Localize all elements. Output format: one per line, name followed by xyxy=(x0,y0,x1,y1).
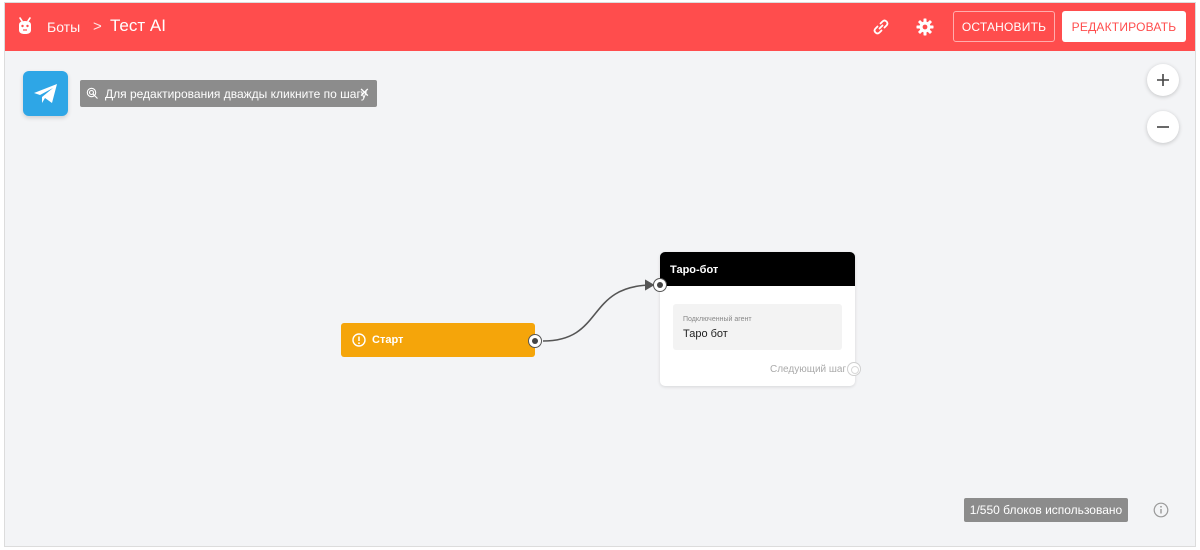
close-hint-icon[interactable]: ✕ xyxy=(359,85,370,101)
top-bar: Боты > Тест AI ОСТАНОВИТЬ РЕДАКТИРОВАТЬ xyxy=(5,3,1195,51)
step-input-port[interactable] xyxy=(653,278,667,292)
step-node-taro-bot[interactable]: Таро-бот Подключенный агент Таро бот Сле… xyxy=(660,252,861,386)
stop-button[interactable]: ОСТАНОВИТЬ xyxy=(953,11,1055,42)
link-icon[interactable] xyxy=(871,17,891,37)
edit-hint-tooltip: Для редактирования дважды кликните по ша… xyxy=(80,80,377,107)
zoom-out-button[interactable] xyxy=(1147,111,1179,143)
bot-editor-window: Боты > Тест AI ОСТАНОВИТЬ РЕДАКТИРОВАТЬ … xyxy=(4,2,1196,547)
double-click-icon xyxy=(86,87,98,99)
connected-agent-label: Подключенный агент xyxy=(683,316,752,323)
alert-circle-icon xyxy=(352,333,366,347)
connected-agent-box: Подключенный агент Таро бот xyxy=(673,304,842,350)
gear-icon[interactable] xyxy=(915,17,935,37)
breadcrumb-separator: > xyxy=(93,18,102,35)
info-icon[interactable] xyxy=(1153,502,1169,518)
telegram-channel-button[interactable] xyxy=(23,71,68,116)
plus-icon xyxy=(1157,74,1169,86)
start-to-step-link xyxy=(542,279,655,342)
minus-icon xyxy=(1157,126,1169,128)
start-output-port[interactable] xyxy=(528,334,542,348)
bot-title: Тест AI xyxy=(110,16,166,35)
hint-text: Для редактирования дважды кликните по ша… xyxy=(105,87,367,101)
connected-agent-value: Таро бот xyxy=(683,328,728,340)
start-node[interactable]: Старт xyxy=(341,323,535,357)
step-node-header: Таро-бот xyxy=(660,252,855,286)
next-step-port[interactable] xyxy=(847,362,861,376)
telegram-icon xyxy=(33,83,57,103)
next-step-label: Следующий шаг xyxy=(770,364,847,375)
blocks-usage-badge: 1/550 блоков использовано xyxy=(964,498,1128,522)
edit-button[interactable]: РЕДАКТИРОВАТЬ xyxy=(1062,11,1186,42)
breadcrumb-bots[interactable]: Боты xyxy=(47,19,80,35)
zoom-in-button[interactable] xyxy=(1147,64,1179,96)
step-node-title: Таро-бот xyxy=(670,264,719,276)
start-node-label: Старт xyxy=(372,334,404,346)
bot-logo-icon[interactable] xyxy=(17,16,33,36)
